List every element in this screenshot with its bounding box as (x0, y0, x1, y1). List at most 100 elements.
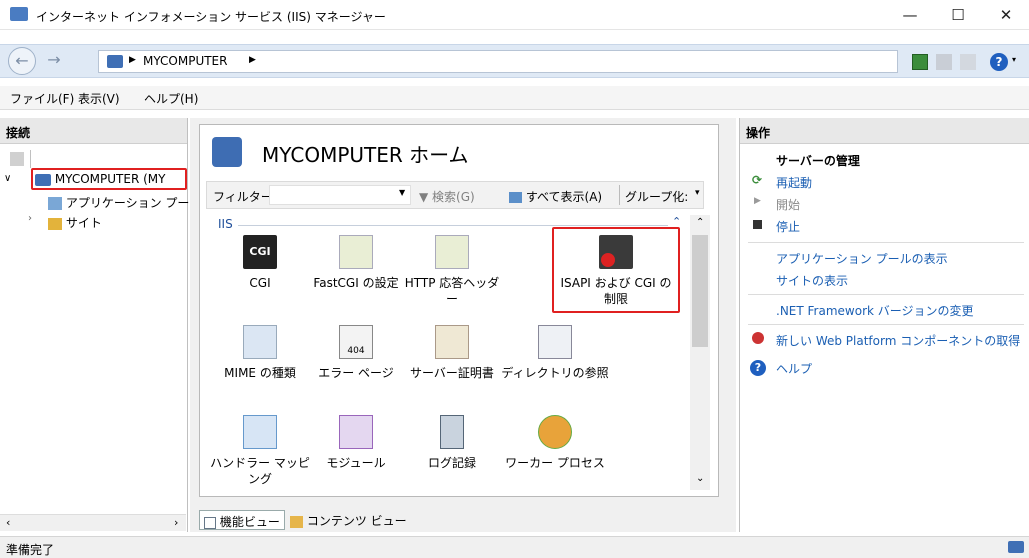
feature-worker-processes[interactable]: ワーカー プロセス (500, 415, 610, 471)
tree-node-sites[interactable]: サイト (48, 214, 102, 231)
feature-handler-mappings[interactable]: ハンドラー マッピング (206, 415, 314, 487)
worker-processes-icon (538, 415, 572, 449)
logging-icon (440, 415, 464, 449)
status-bar: 準備完了 (0, 536, 1029, 558)
connections-pane: 接続 MYCOMPUTER (MY ∨ アプリケーション プー › サイト ‹ … (0, 118, 189, 532)
error-pages-icon: 404 (339, 325, 373, 359)
feature-cgi[interactable]: CGI CGI (212, 235, 308, 291)
actions-header: 操作 (740, 118, 1029, 144)
mime-types-icon (243, 325, 277, 359)
page-title: MYCOMPUTER ホーム (262, 143, 469, 167)
tree-node-app-pools[interactable]: アプリケーション プー (48, 194, 189, 211)
title-bar: インターネット インフォメーション サービス (IIS) マネージャー — ☐ … (0, 0, 1029, 30)
restart-link[interactable]: 再起動 (776, 174, 812, 191)
view-app-pools-link[interactable]: アプリケーション プールの表示 (776, 250, 948, 267)
filter-label: フィルター: (213, 190, 277, 204)
server-icon (35, 173, 51, 186)
feature-error-pages[interactable]: 404 エラー ページ (308, 325, 404, 381)
tree-node-label: サイト (65, 216, 102, 230)
stop-icon[interactable] (936, 54, 952, 70)
get-web-platform-link[interactable]: 新しい Web Platform コンポーネントの取得 (776, 332, 1020, 349)
menu-file[interactable]: ファイル(F) (10, 90, 74, 107)
isapi-restrictions-icon (599, 235, 633, 269)
back-button[interactable]: ← (8, 47, 36, 75)
search-button[interactable]: ▼ 検索(G) (419, 188, 475, 205)
features-view-icon (204, 516, 216, 529)
stop-link[interactable]: 停止 (776, 218, 800, 235)
horizontal-scrollbar[interactable]: ‹ › (0, 514, 186, 531)
manage-server-heading: サーバーの管理 (776, 154, 860, 168)
home-icon[interactable] (960, 54, 976, 70)
forward-button[interactable]: → (40, 47, 68, 75)
refresh-icon[interactable] (912, 54, 928, 70)
filter-input[interactable] (269, 185, 411, 205)
breadcrumb-node[interactable]: MYCOMPUTER (143, 54, 227, 68)
modules-icon (339, 415, 373, 449)
feature-server-certificates[interactable]: サーバー証明書 (404, 325, 500, 381)
expand-chevron-icon[interactable]: › (28, 213, 32, 224)
feature-http-headers[interactable]: HTTP 応答ヘッダー (404, 235, 500, 307)
close-button[interactable]: ✕ (983, 0, 1029, 30)
create-connection-icon[interactable] (10, 152, 24, 166)
breadcrumb-separator[interactable]: ▶ (249, 55, 256, 65)
filter-dropdown-icon[interactable]: ▼ (399, 188, 405, 197)
sites-folder-icon (48, 217, 62, 230)
start-link: 開始 (776, 198, 801, 212)
restart-icon: ⟳ (752, 173, 763, 187)
home-page: MYCOMPUTER ホーム フィルター: ▼ ▼ 検索(G) すべて表示(A)… (199, 124, 719, 497)
scrollbar-thumb[interactable] (692, 235, 708, 347)
toolbar-divider (30, 150, 31, 168)
window-title: インターネット インフォメーション サービス (IIS) マネージャー (36, 10, 386, 24)
tree-node-label: アプリケーション プー (65, 196, 190, 210)
feature-mime-types[interactable]: MIME の種類 (212, 325, 308, 381)
tab-features-view[interactable]: 機能ビュー (199, 510, 285, 530)
stop-icon (753, 220, 762, 229)
server-large-icon (212, 137, 242, 167)
show-all-button[interactable]: すべて表示(A) (509, 188, 602, 205)
menu-bar: ファイル(F) 表示(V) ヘルプ(H) (0, 86, 1029, 110)
show-all-icon (509, 192, 522, 203)
handler-mappings-icon (243, 415, 277, 449)
minimize-button[interactable]: — (887, 0, 933, 30)
group-by-label[interactable]: グループ化: (625, 188, 688, 205)
group-header-iis: IIS (218, 217, 233, 231)
app-pool-icon (48, 197, 62, 210)
feature-modules[interactable]: モジュール (308, 415, 404, 471)
tab-content-view[interactable]: コンテンツ ビュー (290, 512, 407, 529)
tree-node-server[interactable]: MYCOMPUTER (MY (31, 168, 187, 190)
feature-fastcgi[interactable]: FastCGI の設定 (308, 235, 404, 291)
address-box[interactable]: ▶ MYCOMPUTER ▶ (98, 50, 898, 73)
menu-help[interactable]: ヘルプ(H) (144, 90, 198, 107)
filter-toolbar: フィルター: ▼ ▼ 検索(G) すべて表示(A) グループ化: ▾ (206, 181, 704, 209)
maximize-button[interactable]: ☐ (935, 0, 981, 30)
help-dropdown-icon[interactable]: ▾ (1012, 55, 1016, 64)
feature-directory-browsing[interactable]: ディレクトリの参照 (500, 325, 610, 381)
feature-logging[interactable]: ログ記録 (404, 415, 500, 471)
certificates-icon (435, 325, 469, 359)
address-bar: ← → ▶ MYCOMPUTER ▶ ? ▾ (0, 44, 1029, 78)
status-server-icon (1008, 541, 1024, 553)
vertical-scrollbar[interactable]: ⌃ ⌄ (690, 215, 710, 490)
funnel-icon: ▼ (419, 190, 433, 204)
fastcgi-icon (339, 235, 373, 269)
content-view-icon (290, 515, 303, 528)
collapse-chevron-icon[interactable]: ∨ (4, 173, 11, 184)
menu-view[interactable]: 表示(V) (78, 90, 120, 107)
view-sites-link[interactable]: サイトの表示 (776, 272, 848, 289)
start-icon: ▶ (754, 196, 761, 206)
http-headers-icon (435, 235, 469, 269)
help-icon[interactable]: ? (990, 53, 1008, 71)
connections-header: 接続 (0, 118, 187, 144)
help-icon: ? (750, 360, 766, 376)
change-netfx-link[interactable]: .NET Framework バージョンの変更 (776, 302, 974, 319)
tree-node-label: MYCOMPUTER (MY (54, 172, 166, 186)
toolbar-overflow-icon[interactable]: ▾ (695, 188, 700, 198)
breadcrumb-separator: ▶ (129, 55, 136, 65)
help-link[interactable]: ヘルプ (776, 360, 812, 377)
status-text: 準備完了 (6, 543, 55, 557)
cgi-icon: CGI (243, 235, 277, 269)
feature-isapi-cgi-restrictions[interactable]: ISAPI および CGI の 制限 (552, 227, 680, 313)
features-pane: MYCOMPUTER ホーム フィルター: ▼ ▼ 検索(G) すべて表示(A)… (190, 118, 736, 532)
directory-browsing-icon (538, 325, 572, 359)
actions-pane: 操作 サーバーの管理 ⟳ 再起動 ▶ 開始 停止 アプリケーション プールの表示… (739, 118, 1029, 532)
